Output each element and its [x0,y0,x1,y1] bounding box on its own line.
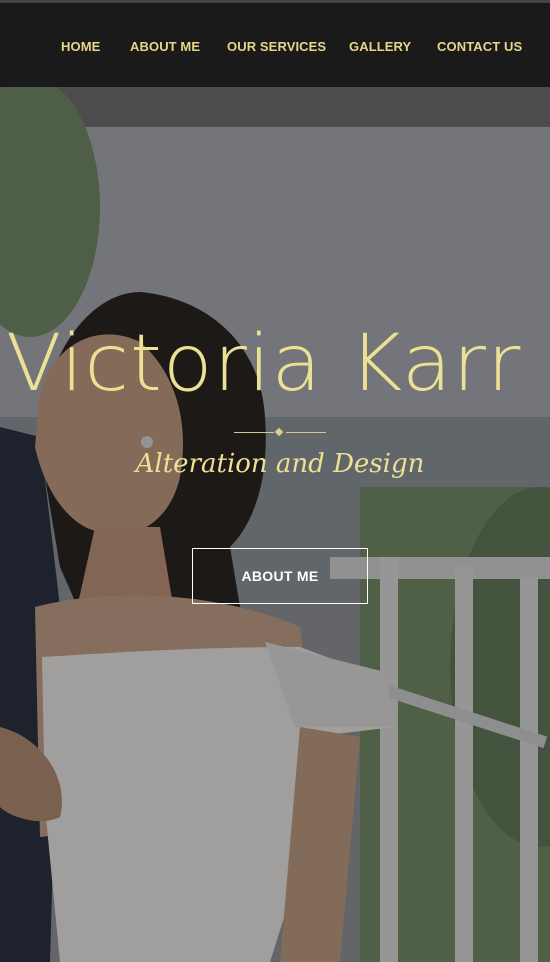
divider-line-left [234,432,274,433]
nav-item-gallery[interactable]: GALLERY [349,39,411,54]
nav-item-home[interactable]: HOME [61,39,100,54]
nav-item-contact-us[interactable]: CONTACT US [437,39,522,54]
hero-subtitle: Alteration and Design [135,449,425,479]
hero-dark-overlay [0,87,550,962]
divider-line-right [286,432,326,433]
nav-item-our-services[interactable]: OUR SERVICES [227,39,326,54]
nav-item-about-me[interactable]: ABOUT ME [130,39,200,54]
about-me-button[interactable]: ABOUT ME [192,548,368,604]
hero-title: Victoria Karr [6,319,522,409]
title-divider [234,427,326,437]
hero-section: Victoria Karr Alteration and Design ABOU… [0,87,550,962]
main-navigation: HOME ABOUT ME OUR SERVICES GALLERY CONTA… [0,3,550,87]
